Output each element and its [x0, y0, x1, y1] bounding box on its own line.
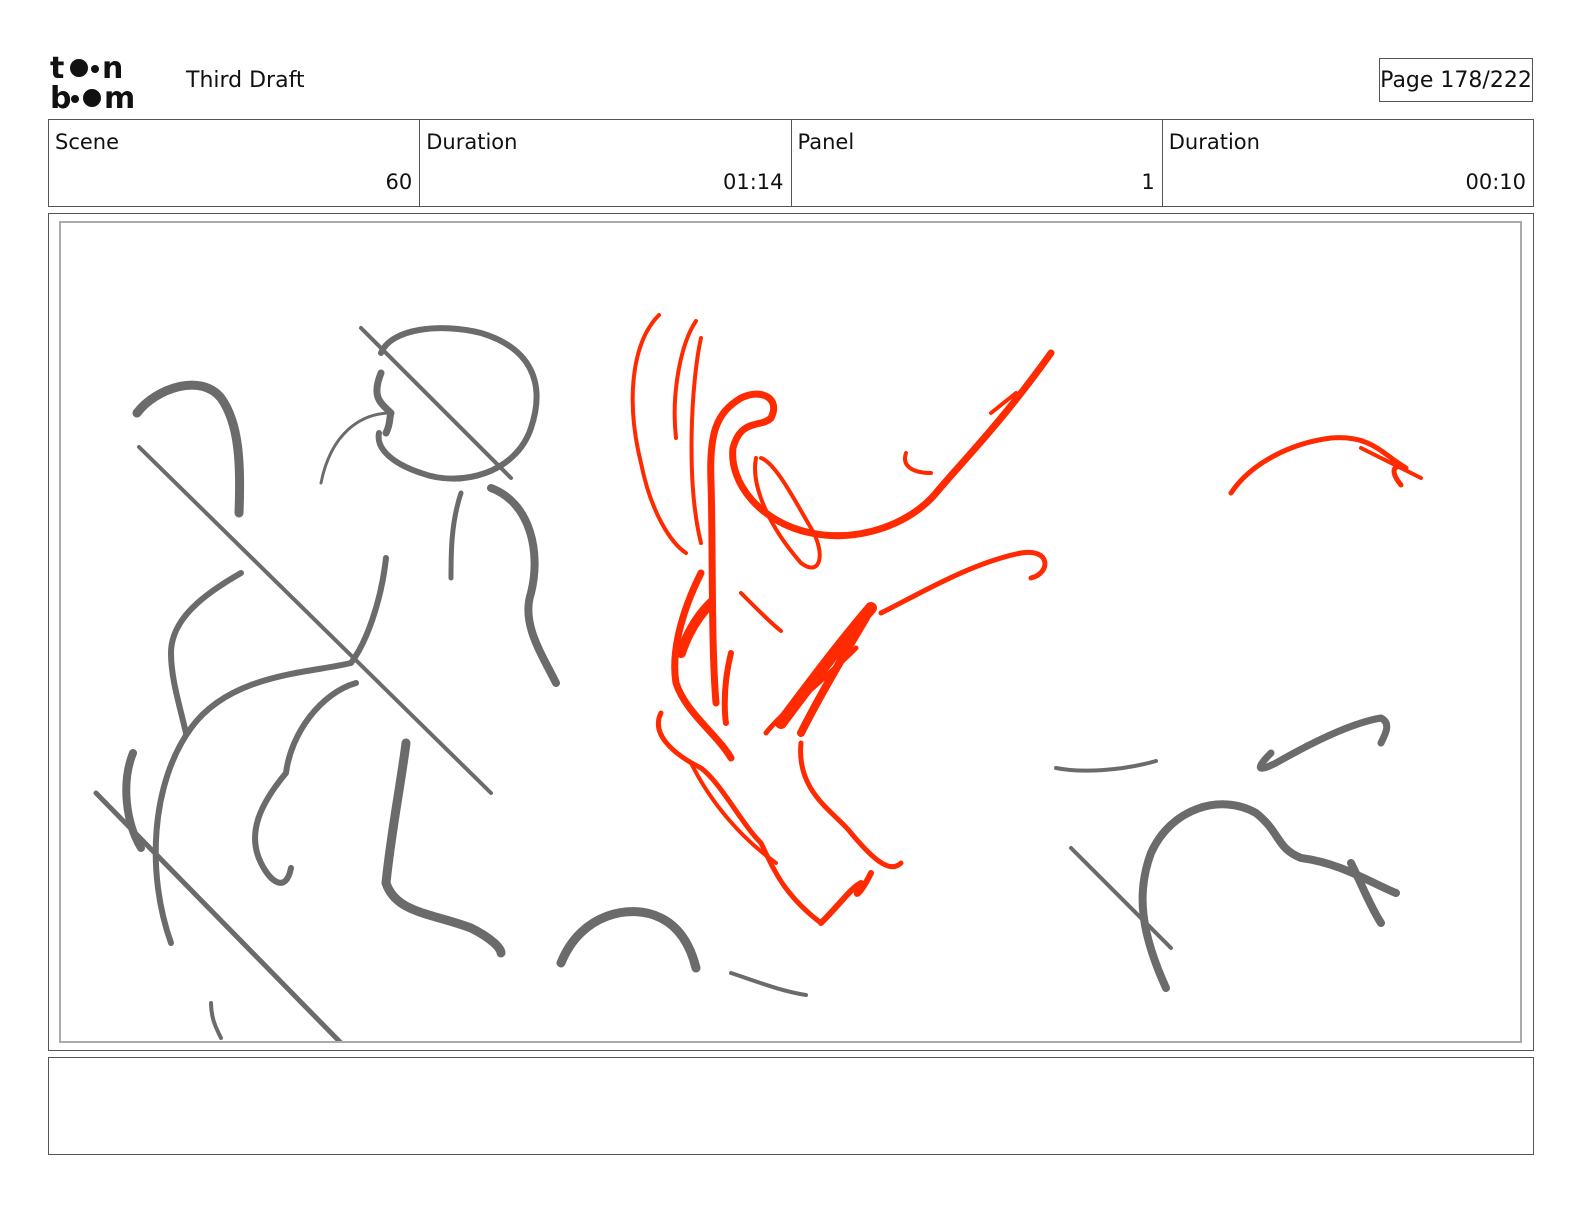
storyboard-panel-image: [59, 221, 1522, 1043]
scene-value: 60: [385, 170, 413, 194]
panel-info-table: Scene 60 Duration 01:14 Panel 1 Duration…: [48, 119, 1534, 207]
storyboard-panel-frame: [48, 213, 1534, 1051]
panel-duration-value: 00:10: [1465, 170, 1526, 194]
panel-cell: Panel 1: [792, 120, 1163, 206]
scene-cell: Scene 60: [49, 120, 421, 206]
draft-title: Third Draft: [186, 68, 305, 93]
gray-sketch-strokes: [93, 325, 1400, 1041]
panel-duration-label: Duration: [1168, 130, 1260, 154]
scene-duration-value: 01:14: [722, 170, 784, 194]
panel-sketch: [93, 313, 1423, 1041]
svg-text:b: b: [50, 81, 71, 112]
panel-label: Panel: [797, 130, 855, 154]
scene-duration-cell: Duration 01:14: [420, 120, 792, 206]
scene-label: Scene: [55, 130, 120, 154]
scene-duration-label: Duration: [426, 130, 518, 154]
panel-duration-cell: Duration 00:10: [1163, 120, 1533, 206]
panel-notes-box: [48, 1057, 1534, 1155]
page-indicator: Page 178/222: [1379, 58, 1533, 102]
toon-boom-logo: t n b m: [50, 50, 165, 116]
red-sketch-strokes: [630, 313, 1423, 926]
svg-text:m: m: [104, 81, 135, 112]
panel-value: 1: [1141, 170, 1155, 194]
